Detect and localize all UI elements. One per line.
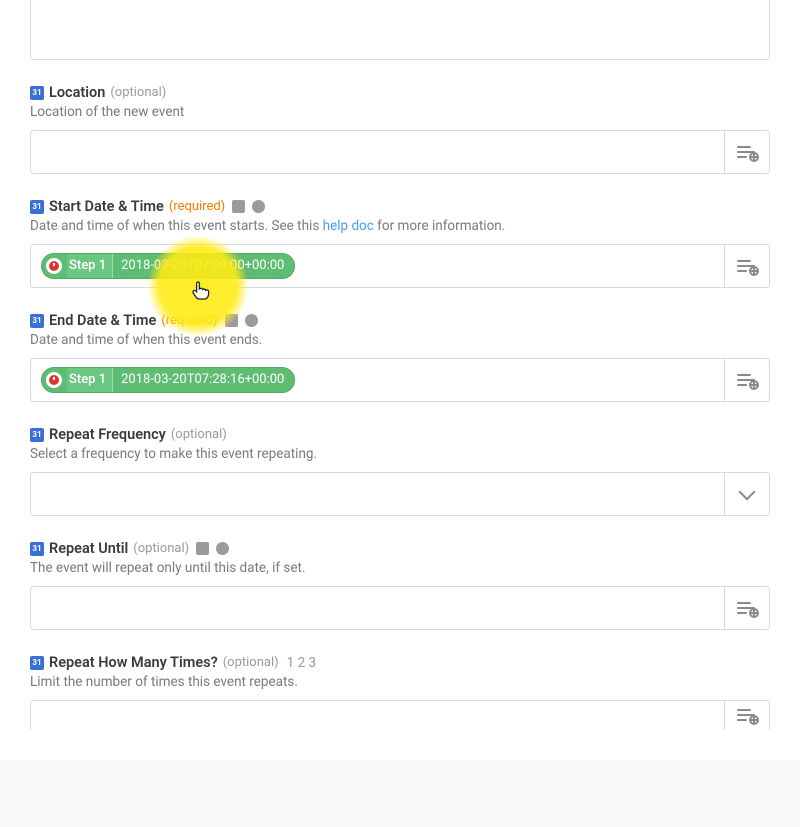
field-hint: The event will repeat only until this da…	[30, 560, 770, 576]
pill-step-label: Step 1	[67, 367, 113, 393]
insert-data-button[interactable]	[724, 586, 770, 630]
data-pill[interactable]: Step 1 2018-03-20T07:00:00+00:00	[41, 253, 295, 279]
field-label: Repeat Until	[49, 540, 128, 557]
input-row	[30, 700, 770, 730]
date-icon	[225, 314, 238, 327]
field-label-row: 31 Location (optional)	[30, 84, 770, 101]
clock-icon	[216, 542, 229, 555]
pill-source-icon	[46, 258, 62, 274]
insert-icon	[737, 601, 757, 616]
optionality-badge: (required)	[161, 313, 217, 328]
hint-text-post: for more information.	[374, 218, 505, 234]
field-repeat-frequency: 31 Repeat Frequency (optional) Select a …	[30, 426, 770, 516]
start-datetime-input[interactable]: Step 1 2018-03-20T07:00:00+00:00	[30, 244, 724, 288]
calendar-icon: 31	[30, 542, 44, 556]
previous-field-partial	[30, 0, 770, 60]
calendar-icon: 31	[30, 86, 44, 100]
field-label: Repeat How Many Times?	[49, 654, 218, 671]
pill-value: 2018-03-20T07:28:16+00:00	[113, 367, 294, 393]
input-row	[30, 586, 770, 630]
chevron-down-icon	[739, 483, 756, 500]
location-input[interactable]	[30, 130, 724, 174]
field-example: 1 2 3	[287, 655, 316, 671]
field-end-datetime: 31 End Date & Time (required) Date and t…	[30, 312, 770, 402]
optionality-badge: (optional)	[110, 85, 166, 100]
data-pill[interactable]: Step 1 2018-03-20T07:28:16+00:00	[41, 367, 295, 393]
field-label-row: 31 Repeat Until (optional)	[30, 540, 770, 557]
optionality-badge: (optional)	[133, 541, 189, 556]
insert-data-button[interactable]	[724, 358, 770, 402]
field-location: 31 Location (optional) Location of the n…	[30, 84, 770, 174]
calendar-icon: 31	[30, 314, 44, 328]
insert-data-button[interactable]	[724, 244, 770, 288]
field-label-row: 31 End Date & Time (required)	[30, 312, 770, 329]
help-doc-link[interactable]: help doc	[323, 218, 374, 234]
optionality-badge: (optional)	[223, 655, 279, 670]
field-hint: Select a frequency to make this event re…	[30, 446, 770, 462]
field-label-row: 31 Start Date & Time (required)	[30, 198, 770, 215]
dropdown-button[interactable]	[724, 472, 770, 516]
field-hint: Date and time of when this event starts.…	[30, 218, 770, 234]
optionality-badge: (optional)	[171, 427, 227, 442]
field-start-datetime: 31 Start Date & Time (required) Date and…	[30, 198, 770, 288]
repeat-until-input[interactable]	[30, 586, 724, 630]
end-datetime-input[interactable]: Step 1 2018-03-20T07:28:16+00:00	[30, 358, 724, 402]
calendar-icon: 31	[30, 428, 44, 442]
field-label: Repeat Frequency	[49, 426, 166, 443]
field-repeat-count: 31 Repeat How Many Times? (optional) 1 2…	[30, 654, 770, 730]
input-row: Step 1 2018-03-20T07:00:00+00:00	[30, 244, 770, 288]
field-hint: Location of the new event	[30, 104, 770, 120]
repeat-frequency-select[interactable]	[30, 472, 724, 516]
insert-icon	[737, 259, 757, 274]
insert-icon	[737, 373, 757, 388]
clock-icon	[245, 314, 258, 327]
optionality-badge: (required)	[169, 199, 225, 214]
repeat-count-input[interactable]	[30, 700, 724, 730]
field-label: Location	[49, 84, 105, 101]
field-label-row: 31 Repeat How Many Times? (optional) 1 2…	[30, 654, 770, 671]
field-hint: Limit the number of times this event rep…	[30, 674, 770, 690]
insert-icon	[737, 145, 757, 160]
field-label: Start Date & Time	[49, 198, 164, 215]
calendar-icon: 31	[30, 656, 44, 670]
insert-data-button[interactable]	[724, 130, 770, 174]
field-hint: Date and time of when this event ends.	[30, 332, 770, 348]
field-repeat-until: 31 Repeat Until (optional) The event wil…	[30, 540, 770, 630]
field-label: End Date & Time	[49, 312, 156, 329]
calendar-icon: 31	[30, 200, 44, 214]
date-icon	[232, 200, 245, 213]
hint-text-pre: Date and time of when this event starts.…	[30, 218, 323, 234]
form-page: 31 Location (optional) Location of the n…	[0, 0, 800, 760]
date-icon	[196, 542, 209, 555]
pill-source-icon	[46, 372, 62, 388]
insert-data-button[interactable]	[724, 700, 770, 730]
input-row	[30, 130, 770, 174]
pill-value: 2018-03-20T07:00:00+00:00	[113, 253, 294, 279]
pill-step-label: Step 1	[67, 253, 113, 279]
field-label-row: 31 Repeat Frequency (optional)	[30, 426, 770, 443]
insert-icon	[737, 708, 757, 723]
clock-icon	[252, 200, 265, 213]
input-row: Step 1 2018-03-20T07:28:16+00:00	[30, 358, 770, 402]
input-row	[30, 472, 770, 516]
